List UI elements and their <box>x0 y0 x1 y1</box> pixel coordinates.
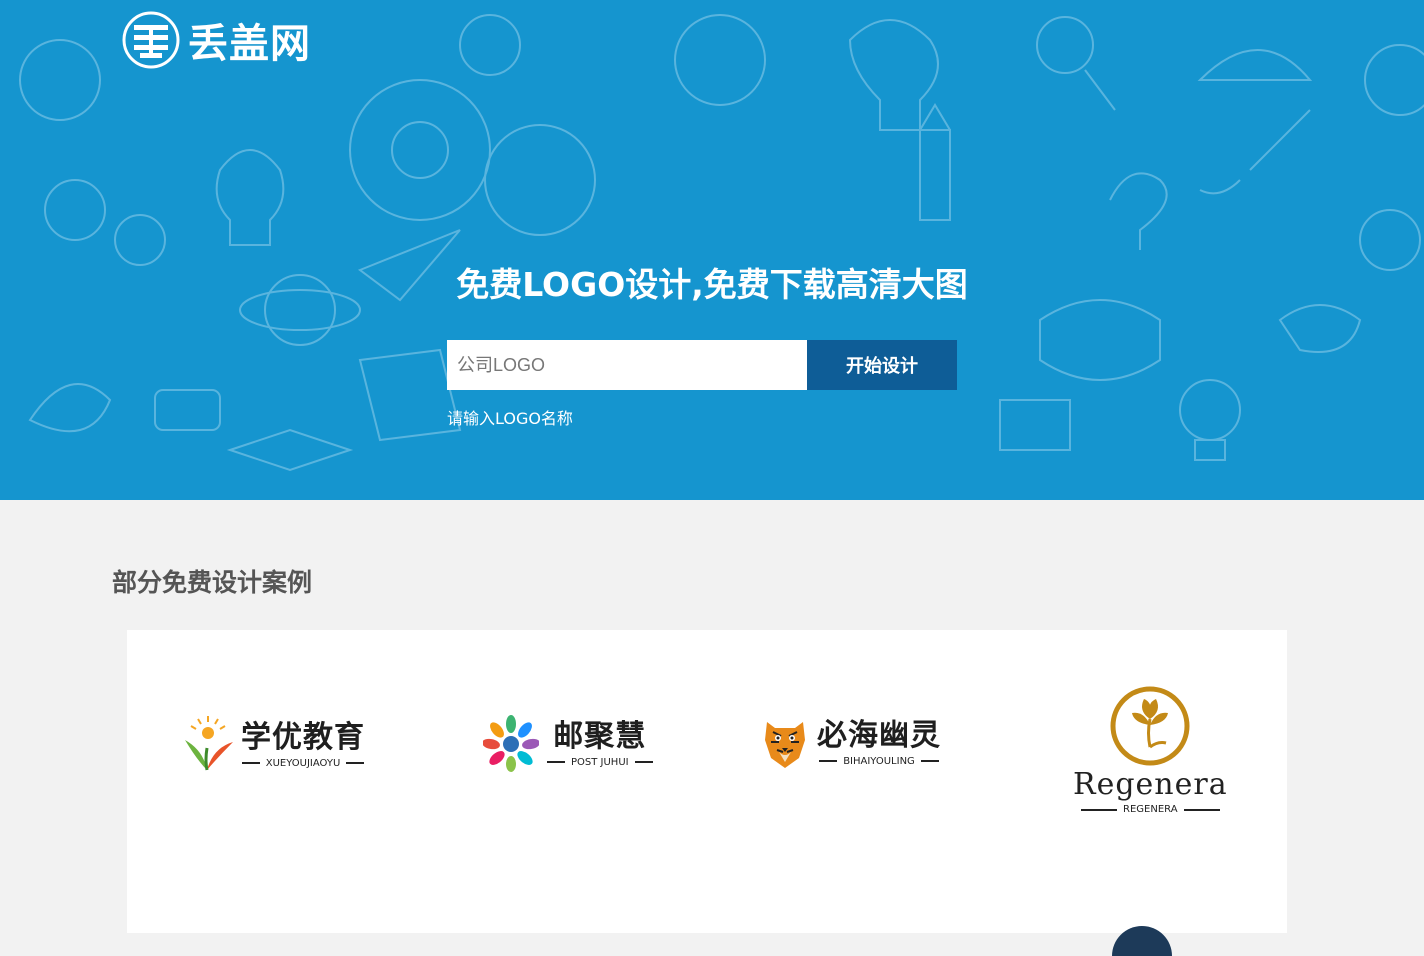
section-title: 部分免费设计案例 <box>112 568 313 597</box>
case-name: Regenera <box>1073 767 1228 802</box>
peacock-icon <box>483 715 539 772</box>
hero-title: 免费LOGO设计,免费下载高清大图 <box>456 265 968 304</box>
case-subtitle: REGENERA <box>1081 804 1220 815</box>
case-subtitle: BIHAIYOULING <box>819 756 939 767</box>
input-hint: 请输入LOGO名称 <box>447 409 573 428</box>
case-name: 邮聚慧 <box>553 718 647 754</box>
case-subtitle: POST JUHUI <box>547 757 653 768</box>
tiger-icon <box>765 722 805 768</box>
sprout-sun-icon <box>185 716 233 771</box>
logo-mark-icon <box>122 11 180 69</box>
search-form: 开始设计 <box>447 340 957 390</box>
hero-banner: 丢盖网 免费LOGO设计,免费下载高清大图 开始设计 请输入LOGO名称 <box>0 0 1424 500</box>
case-subtitle: XUEYOUJIAOYU <box>242 758 365 769</box>
case-name: 学优教育 <box>241 719 365 755</box>
logo-text: 丢盖网 <box>188 21 311 67</box>
cases-grid: 学优教育 XUEYOUJIAOYU 邮聚慧 POST JUHUI 必海幽灵 BI… <box>127 630 1287 933</box>
start-design-button[interactable]: 开始设计 <box>807 340 957 390</box>
leaf-circle-icon <box>1110 686 1190 766</box>
logo-name-input[interactable] <box>447 340 807 390</box>
case-name: 必海幽灵 <box>817 717 941 753</box>
case-item-post-juhui[interactable]: 邮聚慧 POST JUHUI <box>483 714 653 772</box>
site-logo[interactable]: 丢盖网 <box>122 10 311 70</box>
doodle-background <box>19 14 1424 472</box>
case-item-bihai[interactable]: 必海幽灵 BIHAIYOULING <box>761 714 941 770</box>
case-item-xueyou[interactable]: 学优教育 XUEYOUJIAOYU <box>181 714 365 774</box>
case-item-regenera[interactable]: Regenera REGENERA <box>1073 685 1228 815</box>
